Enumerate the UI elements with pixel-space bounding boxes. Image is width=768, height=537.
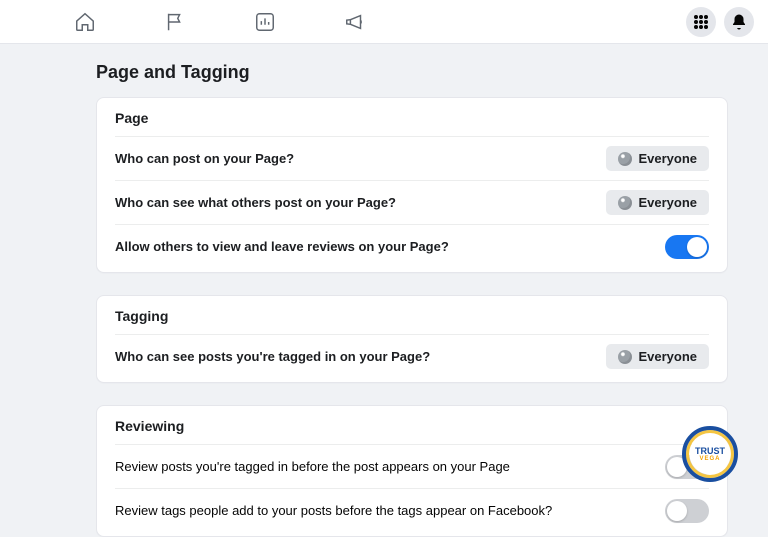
globe-icon — [618, 196, 632, 210]
apps-menu-button[interactable] — [686, 7, 716, 37]
watermark-badge: TRUST VEGA — [682, 426, 738, 482]
page-title: Page and Tagging — [96, 62, 728, 83]
watermark-line1: TRUST — [695, 446, 725, 456]
audience-value: Everyone — [638, 349, 697, 364]
row-review-tags[interactable]: Review tags people add to your posts bef… — [115, 488, 709, 532]
section-title: Reviewing — [115, 418, 709, 434]
section-page: Page Who can post on your Page? Everyone… — [96, 97, 728, 273]
watermark-line2: VEGA — [699, 456, 720, 462]
audience-selector[interactable]: Everyone — [606, 146, 709, 171]
toggle-review-tags[interactable] — [665, 499, 709, 523]
globe-icon — [618, 152, 632, 166]
megaphone-icon[interactable] — [342, 9, 368, 35]
row-review-posts[interactable]: Review posts you're tagged in before the… — [115, 444, 709, 488]
row-reviews[interactable]: Allow others to view and leave reviews o… — [115, 224, 709, 268]
audience-value: Everyone — [638, 195, 697, 210]
row-who-can-post[interactable]: Who can post on your Page? Everyone — [115, 136, 709, 180]
section-title: Tagging — [115, 308, 709, 324]
row-label: Review tags people add to your posts bef… — [115, 503, 552, 518]
row-label: Who can see what others post on your Pag… — [115, 195, 396, 210]
section-reviewing: Reviewing Review posts you're tagged in … — [96, 405, 728, 537]
audience-value: Everyone — [638, 151, 697, 166]
content: Page and Tagging Page Who can post on yo… — [96, 44, 728, 537]
row-who-tagged[interactable]: Who can see posts you're tagged in on yo… — [115, 334, 709, 378]
section-title: Page — [115, 110, 709, 126]
topnav — [72, 9, 368, 35]
row-label: Who can post on your Page? — [115, 151, 294, 166]
insights-icon[interactable] — [252, 9, 278, 35]
topbar — [0, 0, 768, 44]
home-icon[interactable] — [72, 9, 98, 35]
bell-icon — [730, 13, 748, 31]
section-tagging: Tagging Who can see posts you're tagged … — [96, 295, 728, 383]
row-label: Review posts you're tagged in before the… — [115, 459, 510, 474]
grid-icon — [694, 15, 708, 29]
audience-selector[interactable]: Everyone — [606, 344, 709, 369]
notifications-button[interactable] — [724, 7, 754, 37]
globe-icon — [618, 350, 632, 364]
topbar-right — [686, 7, 754, 37]
row-label: Who can see posts you're tagged in on yo… — [115, 349, 430, 364]
flag-icon[interactable] — [162, 9, 188, 35]
row-who-can-see[interactable]: Who can see what others post on your Pag… — [115, 180, 709, 224]
row-label: Allow others to view and leave reviews o… — [115, 239, 449, 254]
toggle-reviews[interactable] — [665, 235, 709, 259]
audience-selector[interactable]: Everyone — [606, 190, 709, 215]
